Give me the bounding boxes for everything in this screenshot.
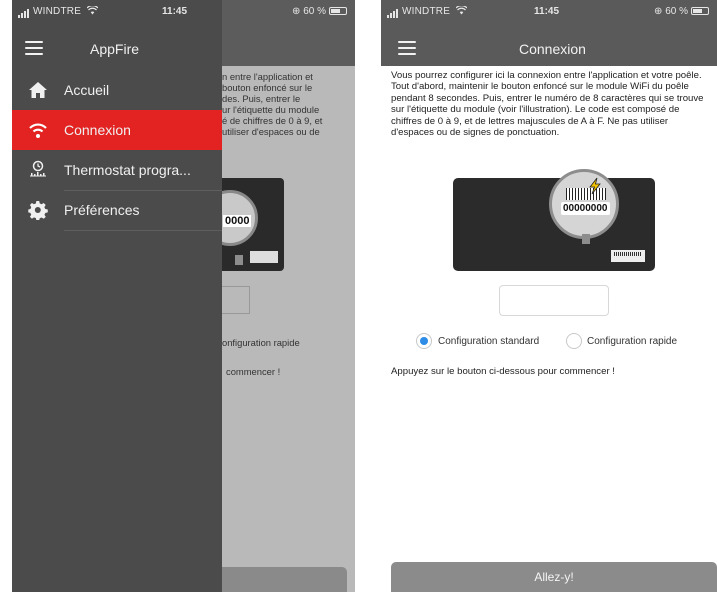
carrier-name: WINDTRE bbox=[402, 6, 451, 17]
dimmed-module-illustration: 0000 bbox=[202, 178, 284, 271]
battery-level: 60 % bbox=[303, 6, 326, 17]
drawer-header: AppFire bbox=[12, 0, 222, 66]
hamburger-menu-icon[interactable] bbox=[398, 41, 416, 55]
gear-icon bbox=[28, 200, 48, 220]
page-title: Connexion bbox=[519, 41, 586, 57]
battery-icon bbox=[329, 7, 347, 15]
hamburger-menu-icon[interactable] bbox=[25, 41, 43, 55]
dimmed-text-line: utiliser d'espaces ou de bbox=[222, 126, 320, 137]
dimmed-text-line: ur l'étiquette du module bbox=[222, 104, 320, 115]
menu-item-connexion[interactable]: Connexion bbox=[12, 110, 222, 150]
menu-item-thermostat[interactable]: Thermostat progra... bbox=[12, 150, 222, 190]
battery-indicator: ⊕ 60 % bbox=[292, 6, 347, 17]
dimmed-rapid-option-label: onfiguration rapide bbox=[222, 337, 300, 348]
dimmed-text-line: n entre l'application et bbox=[222, 71, 313, 82]
menu-item-label: Accueil bbox=[64, 82, 110, 98]
dimmed-code-input bbox=[222, 286, 250, 314]
signal-icon bbox=[387, 7, 399, 18]
app-title: AppFire bbox=[90, 41, 140, 57]
barcode-sticker bbox=[611, 250, 645, 262]
wifi-module-illustration: 00000000 bbox=[453, 169, 655, 271]
magnifier-glass: 00000000 bbox=[549, 169, 619, 244]
menu-divider bbox=[64, 230, 222, 231]
battery-level: 60 % bbox=[665, 6, 688, 17]
left-phone-screen: n entre l'application et bouton enfoncé … bbox=[12, 0, 355, 592]
menu-item-label: Préférences bbox=[64, 202, 140, 218]
battery-icon bbox=[691, 7, 709, 15]
go-button[interactable]: Allez-y! bbox=[391, 562, 717, 592]
menu-item-accueil[interactable]: Accueil bbox=[12, 70, 222, 110]
home-icon bbox=[29, 82, 47, 98]
wifi-icon bbox=[29, 123, 47, 138]
dimmed-hint: commencer ! bbox=[226, 366, 281, 377]
start-hint: Appuyez sur le bouton ci-dessous pour co… bbox=[391, 366, 615, 377]
menu-item-label: Connexion bbox=[64, 122, 131, 138]
status-time: 11:45 bbox=[534, 6, 560, 17]
dimmed-content-behind-drawer[interactable]: n entre l'application et bouton enfoncé … bbox=[202, 0, 355, 592]
dimmed-text-line: des. Puis, entrer le bbox=[222, 93, 301, 104]
menu-item-label: Thermostat progra... bbox=[64, 162, 191, 178]
dimmed-barcode-sticker bbox=[250, 251, 278, 263]
radio-rapid-label[interactable]: Configuration rapide bbox=[587, 336, 677, 347]
radio-standard[interactable] bbox=[416, 333, 432, 349]
dimmed-card-digits: 0000 bbox=[223, 215, 252, 227]
dimmed-text-line: é de chiffres de 0 à 9, et bbox=[222, 115, 323, 126]
timer-chart-icon bbox=[30, 160, 46, 177]
module-code-input[interactable] bbox=[499, 285, 609, 316]
status-bar: WINDTRE 11:45 ⊕ 60 % bbox=[381, 0, 717, 24]
instructions-text: Vous pourrez configurer ici la connexion… bbox=[391, 70, 704, 139]
wifi-status-icon bbox=[455, 5, 468, 15]
status-bar-right-part: ⊕ 60 % bbox=[222, 0, 355, 24]
module-code-digits: 00000000 bbox=[561, 202, 610, 215]
side-drawer: WINDTRE 11:45 AppFire Accueil Connexion … bbox=[12, 0, 222, 592]
right-phone-screen: WINDTRE 11:45 ⊕ 60 % Connexion Vous pour… bbox=[381, 0, 717, 592]
dimmed-text-line: bouton enfoncé sur le bbox=[222, 82, 313, 93]
dimmed-go-button bbox=[222, 567, 347, 592]
navigation-bar: WINDTRE 11:45 ⊕ 60 % Connexion bbox=[381, 0, 717, 66]
lightning-icon bbox=[589, 177, 601, 195]
menu-item-preferences[interactable]: Préférences bbox=[12, 190, 222, 230]
carrier: WINDTRE bbox=[387, 5, 468, 18]
radio-rapid[interactable] bbox=[566, 333, 582, 349]
radio-standard-label[interactable]: Configuration standard bbox=[438, 336, 539, 347]
battery-indicator: ⊕ 60 % bbox=[654, 6, 709, 17]
